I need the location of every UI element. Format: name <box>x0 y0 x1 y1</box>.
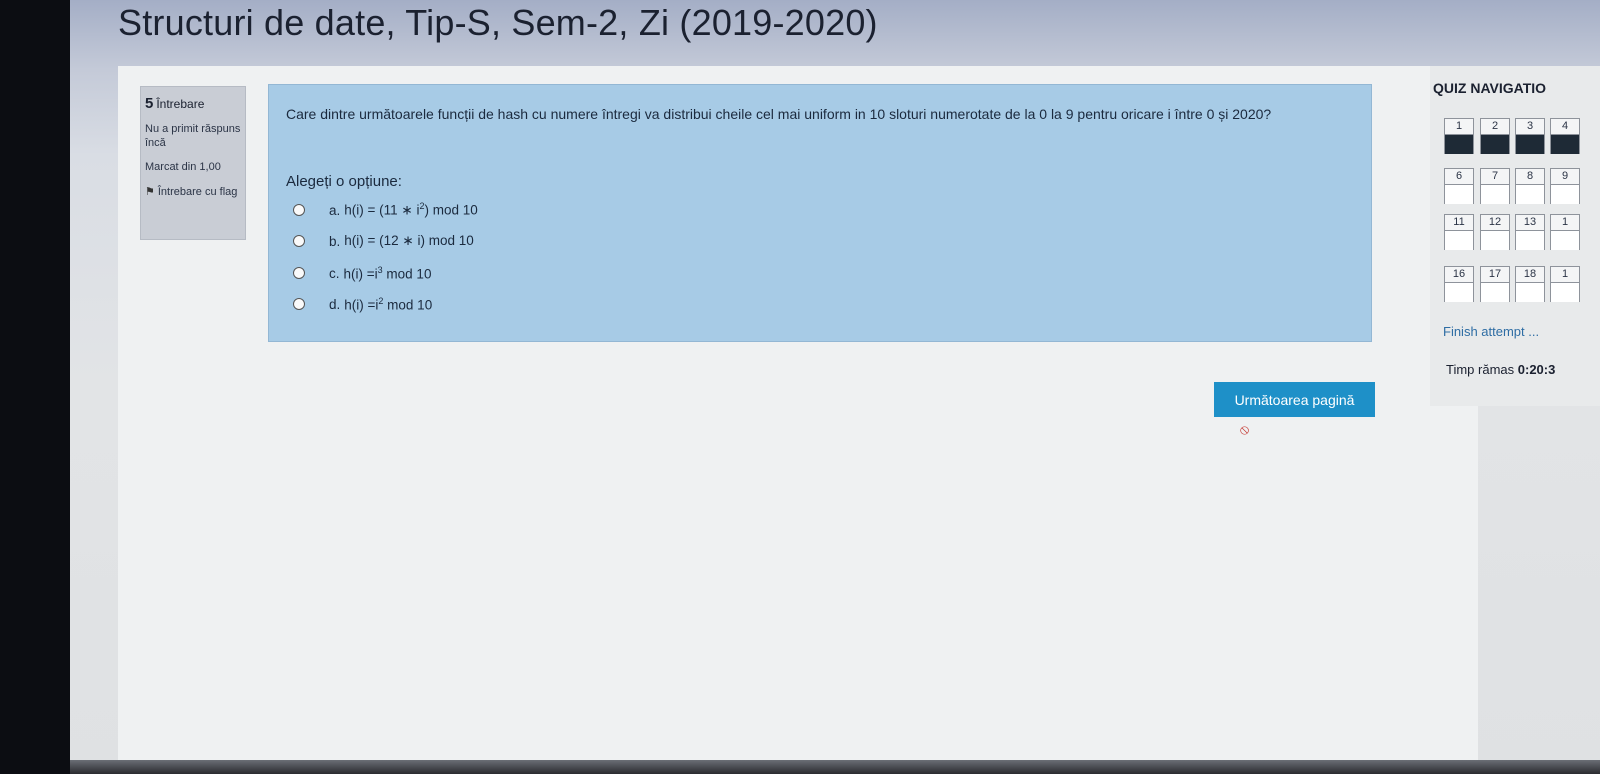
flag-question-toggle[interactable]: ⚑ Întrebare cu flag <box>145 186 241 199</box>
monitor-bezel <box>70 760 1600 774</box>
question-status: Nu a primit răspuns încă <box>145 123 241 149</box>
nav-question-11[interactable]: 11 <box>1444 214 1474 250</box>
answer-label-c[interactable]: h(i) =i3 mod 10 <box>344 265 432 282</box>
answer-letter: b. <box>329 233 341 249</box>
browser-viewport: Structuri de date, Tip-S, Sem-2, Zi (201… <box>70 0 1600 774</box>
answer-label-d[interactable]: h(i) =i2 mod 10 <box>344 296 432 313</box>
timer-label: Timp rămas <box>1446 362 1515 377</box>
answer-label-b[interactable]: h(i) = (12 ∗ i) mod 10 <box>344 233 473 249</box>
answer-radio-d[interactable] <box>293 298 305 310</box>
nav-question-14[interactable]: 1 <box>1550 214 1580 250</box>
answer-option-d[interactable]: d. h(i) =i2 mod 10 <box>293 293 432 315</box>
answer-label-a[interactable]: h(i) = (11 ∗ i2) mod 10 <box>344 201 478 219</box>
answer-radio-c[interactable] <box>293 267 305 279</box>
no-entry-icon: ⦸ <box>1240 421 1250 437</box>
answer-option-b[interactable]: b. h(i) = (12 ∗ i) mod 10 <box>293 230 474 252</box>
answer-letter: c. <box>329 265 340 281</box>
next-page-button[interactable]: Următoarea pagină <box>1214 382 1375 417</box>
question-info-box: 5 Întrebare Nu a primit răspuns încă Marc… <box>140 86 246 240</box>
answer-letter: d. <box>329 296 341 312</box>
nav-question-1[interactable]: 1 <box>1444 118 1474 154</box>
page-title: Structuri de date, Tip-S, Sem-2, Zi (201… <box>118 2 878 43</box>
answer-radio-a[interactable] <box>293 204 305 216</box>
nav-question-8[interactable]: 8 <box>1515 168 1545 204</box>
answer-option-a[interactable]: a. h(i) = (11 ∗ i2) mod 10 <box>293 199 478 221</box>
answer-radio-b[interactable] <box>293 235 305 247</box>
nav-question-2[interactable]: 2 <box>1480 118 1510 154</box>
flag-icon: ⚑ <box>145 186 155 198</box>
question-text: Care dintre următoarele funcții de hash … <box>286 106 1272 122</box>
nav-question-3[interactable]: 3 <box>1515 118 1545 154</box>
question-number-label: Întrebare <box>156 97 205 111</box>
answer-option-c[interactable]: c. h(i) =i3 mod 10 <box>293 262 431 284</box>
answer-letter: a. <box>329 202 341 218</box>
nav-question-13[interactable]: 13 <box>1515 214 1545 250</box>
nav-question-18[interactable]: 18 <box>1515 266 1545 302</box>
finish-attempt-link[interactable]: Finish attempt ... <box>1443 324 1539 339</box>
nav-question-19[interactable]: 1 <box>1550 266 1580 302</box>
choose-option-prompt: Alegeți o opțiune: <box>286 173 402 190</box>
nav-question-4[interactable]: 4 <box>1550 118 1580 154</box>
question-number: 5 <box>145 95 154 112</box>
question-number-row: 5 Întrebare <box>145 95 241 112</box>
quiz-navigation-title: QUIZ NAVIGATIO <box>1433 80 1547 96</box>
nav-question-6[interactable]: 6 <box>1444 168 1474 204</box>
nav-question-9[interactable]: 9 <box>1550 168 1580 204</box>
nav-question-7[interactable]: 7 <box>1480 168 1510 204</box>
nav-question-16[interactable]: 16 <box>1444 266 1474 302</box>
time-remaining: Timp rămas 0:20:3 <box>1446 362 1555 377</box>
question-formulation: Care dintre următoarele funcții de hash … <box>268 84 1372 342</box>
nav-question-12[interactable]: 12 <box>1480 214 1510 250</box>
nav-question-17[interactable]: 17 <box>1480 266 1510 302</box>
question-mark: Marcat din 1,00 <box>145 161 221 173</box>
timer-value: 0:20:3 <box>1517 362 1556 377</box>
flag-question-label: Întrebare cu flag <box>157 186 238 198</box>
